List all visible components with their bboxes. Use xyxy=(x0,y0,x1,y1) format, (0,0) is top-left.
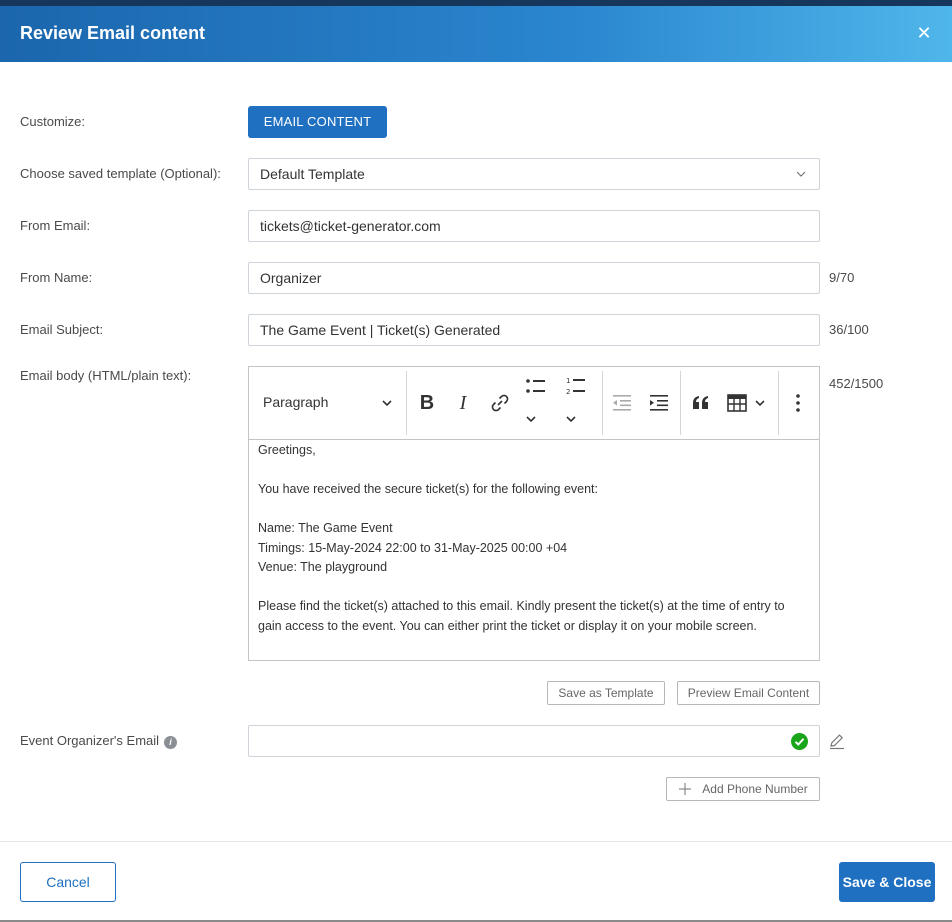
dialog-title: Review Email content xyxy=(20,23,206,43)
body-line: You have received the secure ticket(s) f… xyxy=(258,482,599,496)
organizer-email-label-text: Event Organizer's Email xyxy=(20,733,160,748)
body-line: Please find the ticket(s) attached to th… xyxy=(258,599,785,633)
preview-email-button[interactable]: Preview Email Content xyxy=(677,681,820,705)
check-circle-icon xyxy=(791,733,808,750)
chevron-down-icon[interactable] xyxy=(754,397,766,409)
bulleted-list-icon[interactable] xyxy=(525,377,547,397)
info-icon[interactable]: i xyxy=(164,736,178,749)
from-email-label: From Email: xyxy=(20,218,91,233)
chevron-down-icon[interactable] xyxy=(565,413,577,425)
editor-toolbar: Paragraph B I 1 2 xyxy=(249,367,819,440)
svg-text:1: 1 xyxy=(566,377,570,385)
organizer-email-field[interactable] xyxy=(248,725,820,757)
template-select-value: Default Template xyxy=(260,166,365,182)
toolbar-separator xyxy=(778,371,779,435)
add-phone-number-button[interactable]: Add Phone Number xyxy=(666,777,820,801)
chevron-down-icon xyxy=(796,171,806,177)
more-options-icon[interactable] xyxy=(789,393,807,413)
toolbar-separator xyxy=(680,371,681,435)
close-icon[interactable]: ✕ xyxy=(914,23,934,43)
from-name-counter: 9/70 xyxy=(829,270,855,285)
body-line: Name: The Game Event xyxy=(258,521,393,535)
plus-icon xyxy=(679,783,691,795)
subject-field[interactable]: The Game Event | Ticket(s) Generated xyxy=(248,314,820,346)
add-phone-number-label: Add Phone Number xyxy=(702,782,808,796)
template-select[interactable]: Default Template xyxy=(248,158,820,190)
chevron-down-icon xyxy=(382,400,392,407)
from-name-label: From Name: xyxy=(20,270,93,285)
blockquote-icon[interactable] xyxy=(691,393,711,413)
email-content-button[interactable]: EMAIL CONTENT xyxy=(248,106,387,138)
toolbar-separator xyxy=(602,371,603,435)
subject-counter: 36/100 xyxy=(829,322,869,337)
subject-label: Email Subject: xyxy=(20,322,104,337)
body-line: Greetings, xyxy=(258,443,316,457)
edit-icon[interactable] xyxy=(828,732,846,750)
italic-icon[interactable]: I xyxy=(451,391,475,415)
rich-text-editor: Paragraph B I 1 2 Greetings, You have re… xyxy=(248,366,820,661)
template-label: Choose saved template (Optional): xyxy=(20,166,221,181)
body-line xyxy=(258,500,810,520)
from-name-field[interactable]: Organizer xyxy=(248,262,820,294)
footer-divider xyxy=(0,841,952,842)
organizer-email-label: Event Organizer's Email i xyxy=(20,733,178,749)
table-icon[interactable] xyxy=(726,392,748,414)
svg-text:2: 2 xyxy=(566,388,570,396)
body-line: Timings: 15-May-2024 22:00 to 31-May-202… xyxy=(258,540,568,555)
email-body-counter: 452/1500 xyxy=(829,376,884,391)
block-format-label: Paragraph xyxy=(263,394,329,410)
dialog-header: Review Email content ✕ xyxy=(0,6,952,62)
link-icon[interactable] xyxy=(489,392,511,414)
toolbar-separator xyxy=(406,371,407,435)
bold-icon[interactable]: B xyxy=(415,391,439,415)
body-line: Venue: The playground xyxy=(258,560,388,574)
outdent-icon[interactable] xyxy=(611,392,633,414)
editor-content[interactable]: Greetings, You have received the secure … xyxy=(249,441,819,636)
save-as-template-button[interactable]: Save as Template xyxy=(547,681,665,705)
cancel-button[interactable]: Cancel xyxy=(20,862,116,902)
body-line xyxy=(258,461,810,481)
customize-label: Customize: xyxy=(20,114,86,129)
email-body-label: Email body (HTML/plain text): xyxy=(20,368,192,383)
save-close-button[interactable]: Save & Close xyxy=(839,862,935,902)
numbered-list-icon[interactable]: 1 2 xyxy=(565,375,587,397)
from-email-field[interactable]: tickets@ticket-generator.com xyxy=(248,210,820,242)
indent-icon[interactable] xyxy=(648,392,670,414)
body-line xyxy=(258,578,810,598)
chevron-down-icon[interactable] xyxy=(525,413,537,425)
